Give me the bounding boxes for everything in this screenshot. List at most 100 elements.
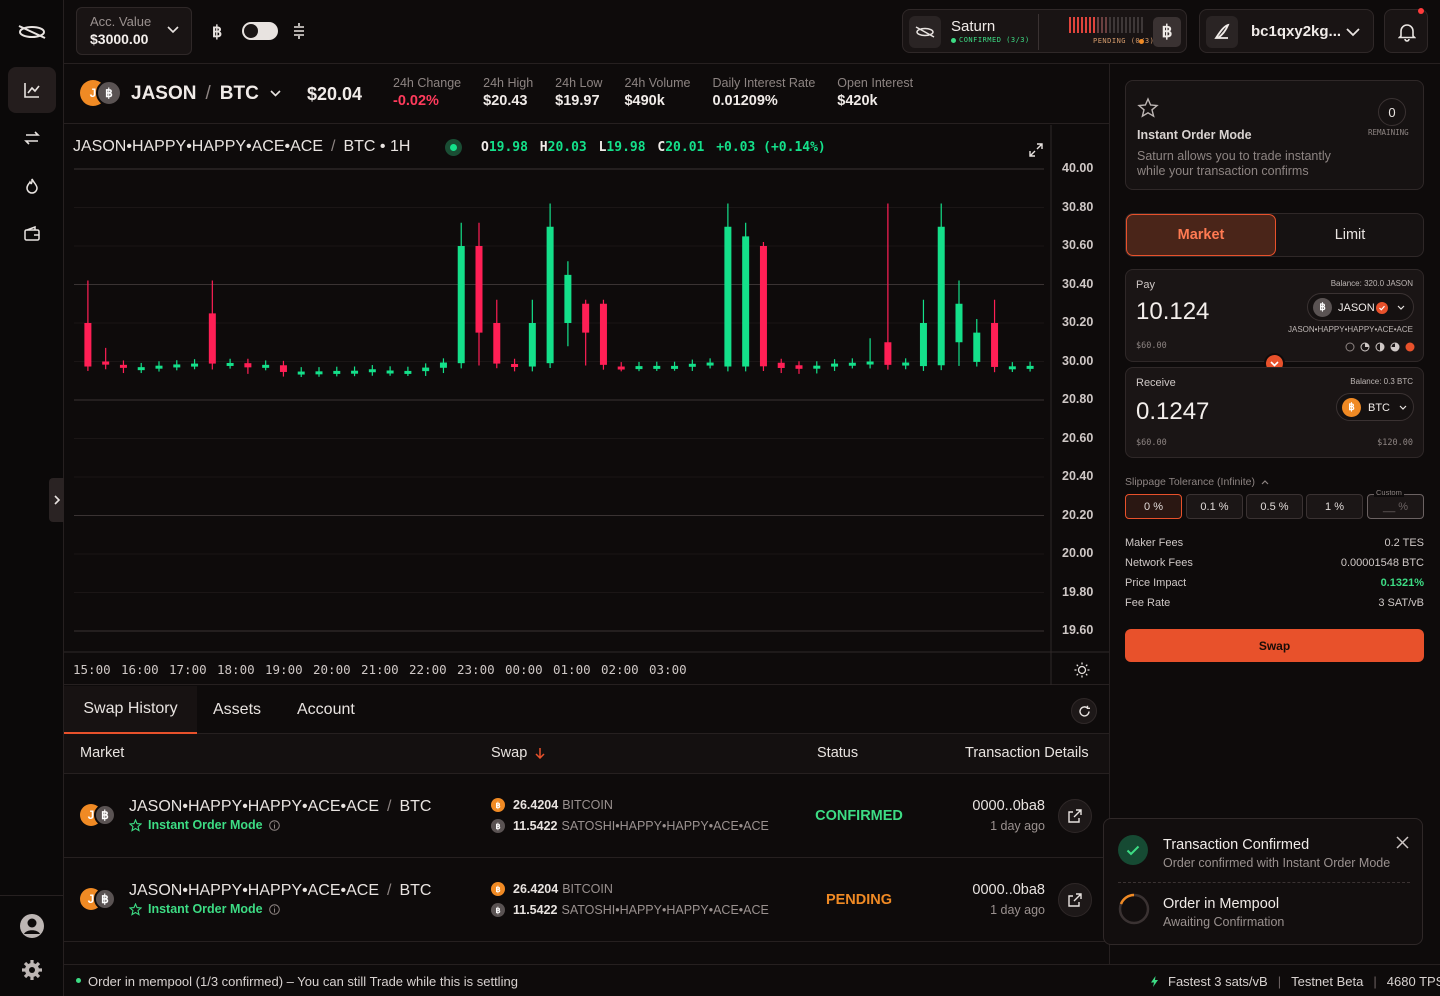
instant-desc-line1: Saturn allows you to trade instantly [1137, 149, 1331, 163]
x-tick-label: 21:00 [361, 662, 399, 677]
info-icon[interactable] [268, 819, 280, 831]
satellite-status-pill[interactable]: Saturn CONFIRMED (3/3) PENDING (0/3) ฿ [902, 9, 1187, 53]
slippage-label: Slippage Tolerance (Infinite) [1125, 476, 1255, 488]
market-stat: 24h Change -0.02% [393, 76, 461, 109]
stat-label: 24h Volume [624, 76, 691, 90]
market-order-tab[interactable]: Market [1126, 214, 1276, 256]
chevron-down-icon[interactable] [270, 90, 281, 97]
candle-up [688, 363, 696, 367]
external-link-icon[interactable] [1058, 799, 1092, 833]
candle-up [439, 362, 447, 368]
confirmed-dot [951, 38, 956, 43]
pay-amount-input[interactable]: 10.124 [1136, 298, 1209, 326]
row-pair-sep: / [387, 798, 392, 815]
star-icon [129, 902, 142, 916]
stat-value: $20.43 [483, 93, 528, 109]
candle-up [404, 370, 412, 374]
pending-bars-icon [1069, 17, 1145, 33]
nav-trade-chart-icon[interactable] [8, 67, 56, 113]
pct-25-icon[interactable] [1360, 342, 1370, 352]
tx-hash[interactable]: 0000..0ba8 [972, 882, 1045, 898]
pct-50-icon[interactable] [1375, 342, 1385, 352]
col-swap-sortable[interactable]: Swap [491, 745, 545, 761]
account-value-dropdown[interactable]: Acc. Value $3000.00 [76, 7, 192, 55]
col-market[interactable]: Market [80, 745, 124, 761]
market-stats: 24h Change -0.02% 24h High $20.43 24h Low … [393, 76, 913, 109]
swap-button[interactable]: Swap [1125, 629, 1424, 662]
pay-token-select[interactable]: ฿ JASON [1307, 293, 1414, 321]
nav-swap-icon[interactable] [8, 115, 56, 161]
nav-wallet-icon[interactable] [8, 211, 56, 257]
tx-hash[interactable]: 0000..0ba8 [972, 798, 1045, 814]
candlestick-plot[interactable] [64, 125, 1109, 685]
pct-0-icon[interactable] [1345, 342, 1355, 352]
account-value: $3000.00 [90, 31, 149, 47]
profile-icon[interactable] [19, 913, 45, 939]
slippage-0-5[interactable]: 0.5 % [1246, 494, 1303, 519]
close-icon[interactable] [1396, 836, 1409, 849]
candle-down [777, 362, 785, 368]
refresh-icon[interactable] [1071, 698, 1097, 724]
pair-separator: / [205, 83, 211, 104]
sort-arrow-down-icon [535, 748, 545, 759]
swap-out: ฿ 11.5422 SATOSHI•HAPPY•HAPPY•ACE•ACE [491, 903, 769, 917]
tx-time: 1 day ago [990, 903, 1045, 917]
slippage-0[interactable]: 0 % [1125, 494, 1182, 519]
slippage-custom-input[interactable]: __ % [1367, 494, 1424, 519]
wallet-address: bc1qxy2kg... [1251, 23, 1342, 40]
instant-title: Instant Order Mode [1137, 128, 1252, 142]
row-mode: Instant Order Mode [129, 902, 280, 916]
info-icon[interactable] [268, 903, 280, 915]
x-tick-label: 20:00 [313, 662, 351, 677]
limit-order-tab[interactable]: Limit [1276, 214, 1424, 256]
candle-up [297, 371, 305, 375]
col-status[interactable]: Status [817, 745, 858, 761]
x-tick-label: 15:00 [73, 662, 111, 677]
btc-token-icon: ฿ [96, 80, 122, 106]
tab-swap-history[interactable]: Swap History [64, 686, 197, 734]
sats-unit-icon[interactable] [293, 22, 305, 40]
stat-label: 24h High [483, 76, 534, 90]
settings-gear-icon[interactable] [20, 958, 44, 982]
candle-up [1026, 365, 1034, 369]
price-chart[interactable]: JASON•HAPPY•HAPPY•ACE•ACE / BTC • 1H O19… [64, 125, 1109, 685]
tab-account[interactable]: Account [297, 686, 355, 734]
pay-token-sub: JASON•HAPPY•HAPPY•ACE•ACE [1287, 325, 1413, 334]
col-details[interactable]: Transaction Details [965, 745, 1089, 761]
app-logo-icon[interactable] [16, 20, 48, 44]
notifications-button[interactable] [1384, 8, 1428, 53]
wallet-dropdown[interactable]: bc1qxy2kg... [1199, 9, 1374, 53]
nav-fire-icon[interactable] [8, 163, 56, 209]
x-tick-label: 19:00 [265, 662, 303, 677]
bitcoin-unit-icon[interactable]: ฿ [212, 22, 222, 42]
table-row[interactable]: J ฿ JASON•HAPPY•HAPPY•ACE•ACE / BTC Inst… [64, 858, 1109, 942]
candle-up [919, 323, 927, 367]
y-tick-label: 30.80 [1062, 199, 1094, 214]
chevron-down-icon [1399, 405, 1407, 410]
fee-label: Fee Rate [1125, 597, 1171, 609]
expand-panel-chevron-icon[interactable] [49, 478, 64, 522]
candle-up [902, 362, 910, 366]
y-tick-label: 20.40 [1062, 469, 1094, 483]
pending-bar [1085, 17, 1087, 33]
unit-toggle[interactable] [242, 22, 278, 40]
row-pair-sep: / [387, 882, 392, 899]
percent-selector[interactable] [1345, 342, 1415, 352]
slippage-1[interactable]: 1 % [1306, 494, 1363, 519]
pill-divider [1038, 14, 1039, 50]
candle-up [191, 363, 199, 367]
chart-theme-sun-icon[interactable] [1074, 662, 1090, 678]
slippage-0-1[interactable]: 0.1 % [1186, 494, 1243, 519]
external-link-icon[interactable] [1058, 883, 1092, 917]
pct-100-icon[interactable] [1405, 342, 1415, 352]
table-row[interactable]: J ฿ JASON•HAPPY•HAPPY•ACE•ACE / BTC Inst… [64, 774, 1109, 858]
x-tick-label: 18:00 [217, 662, 255, 677]
slippage-toggle[interactable]: Slippage Tolerance (Infinite) [1125, 476, 1269, 488]
pct-75-icon[interactable] [1390, 342, 1400, 352]
receive-token-select[interactable]: ฿ BTC [1336, 393, 1414, 421]
x-tick-label: 03:00 [649, 662, 687, 677]
toast-title-mempool: Order in Mempool [1163, 896, 1280, 912]
tab-assets[interactable]: Assets [213, 686, 261, 734]
receive-amount-input[interactable]: 0.1247 [1136, 398, 1209, 426]
pair-selector[interactable]: JASON / BTC [131, 83, 259, 105]
